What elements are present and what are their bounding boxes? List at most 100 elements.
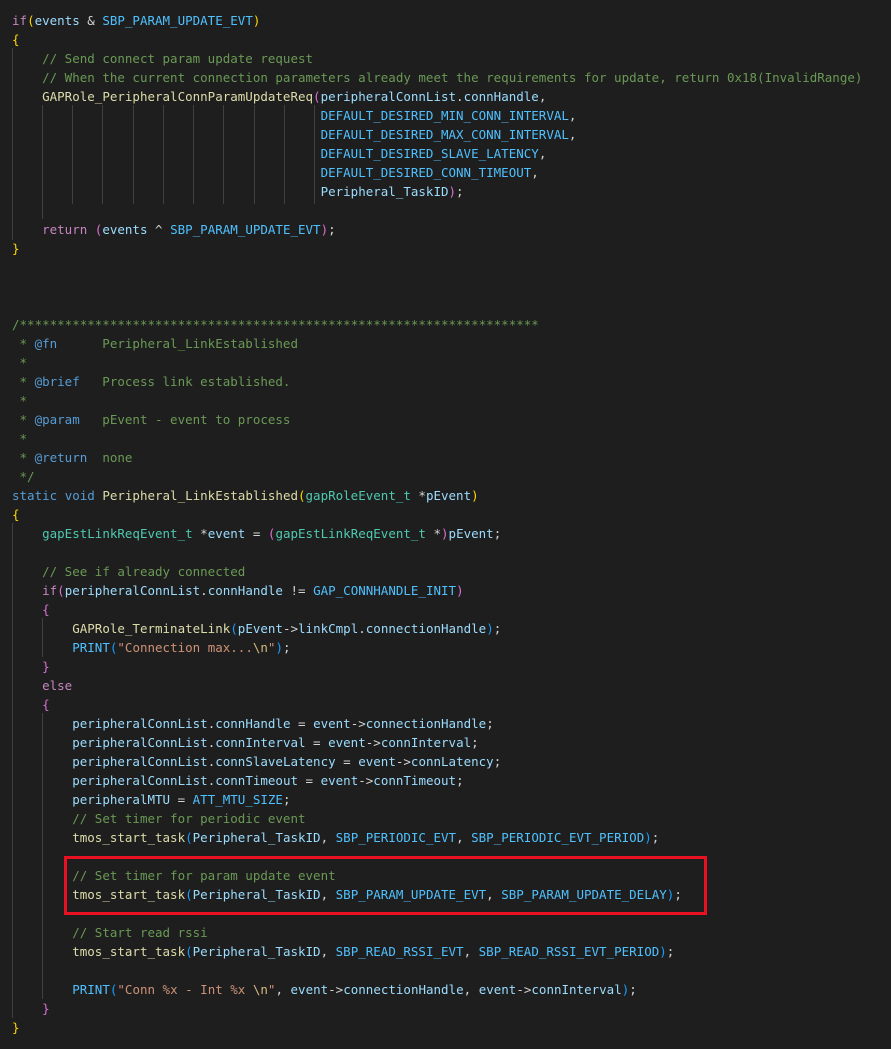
code-line[interactable]: } — [12, 1018, 20, 1037]
code-line[interactable]: // Send connect param update request — [12, 49, 313, 68]
code-token: , — [538, 89, 547, 104]
code-token: ; — [282, 640, 291, 655]
code-token: & — [79, 13, 103, 28]
code-token: ) — [441, 526, 449, 541]
code-line[interactable]: { — [12, 695, 50, 714]
code-line[interactable]: * @fn Peripheral_LinkEstablished — [12, 334, 298, 353]
code-token: . — [456, 89, 464, 104]
code-token: ) — [486, 621, 494, 636]
code-line[interactable]: { — [12, 30, 20, 49]
code-line[interactable]: { — [12, 505, 20, 524]
code-token: PRINT — [72, 640, 110, 655]
code-line[interactable]: } — [12, 999, 50, 1018]
code-line[interactable]: // When the current connection parameter… — [12, 68, 862, 87]
code-token: ^ — [147, 222, 171, 237]
code-token: ( — [230, 621, 238, 636]
code-token: event — [207, 526, 246, 541]
code-token: if — [42, 583, 58, 598]
code-token: peripheralConnList — [64, 583, 201, 598]
code-token: } — [42, 659, 50, 674]
code-token: = — [290, 716, 314, 731]
code-line[interactable]: // See if already connected — [12, 562, 245, 581]
code-line[interactable]: /***************************************… — [12, 315, 539, 334]
code-token: = — [170, 792, 193, 807]
code-token: if — [12, 13, 28, 28]
code-line[interactable]: * — [12, 391, 28, 410]
code-line[interactable]: gapEstLinkReqEvent_t *event = (gapEstLin… — [12, 524, 501, 543]
code-line[interactable]: // Start read rssi — [12, 923, 208, 942]
code-token: pEvent - event to process — [79, 412, 291, 427]
code-line[interactable]: * — [12, 429, 28, 448]
code-line[interactable]: Peripheral_TaskID); — [12, 182, 464, 201]
code-token: ( — [57, 583, 65, 598]
code-token: ; — [493, 754, 502, 769]
code-line[interactable]: static void Peripheral_LinkEstablished(g… — [12, 486, 479, 505]
code-token: ) — [456, 583, 464, 598]
code-line[interactable]: tmos_start_task(Peripheral_TaskID, SBP_R… — [12, 942, 674, 961]
code-token: * — [425, 526, 442, 541]
code-line[interactable]: * @brief Process link established. — [12, 372, 291, 391]
code-token: event — [320, 773, 359, 788]
code-line[interactable]: peripheralConnList.connSlaveLatency = ev… — [12, 752, 501, 771]
code-token: GAPRole_PeripheralConnParamUpdateReq — [42, 89, 314, 104]
code-line[interactable]: { — [12, 600, 50, 619]
code-line[interactable]: DEFAULT_DESIRED_SLAVE_LATENCY, — [12, 144, 547, 163]
code-token: peripheralMTU — [72, 792, 171, 807]
code-token: SBP_PARAM_UPDATE_EVT — [170, 222, 321, 237]
code-line[interactable]: GAPRole_PeripheralConnParamUpdateReq(per… — [12, 87, 546, 106]
code-token: connectionHandle — [365, 716, 487, 731]
code-line[interactable]: PRINT("Connection max...\n"); — [12, 638, 291, 657]
code-token: peripheralConnList — [72, 773, 208, 788]
code-token: PRINT — [72, 982, 110, 997]
code-line[interactable]: DEFAULT_DESIRED_MAX_CONN_INTERVAL, — [12, 125, 577, 144]
code-token: \n — [252, 982, 268, 997]
code-token: ( — [185, 944, 193, 959]
code-token: Process link established. — [79, 374, 291, 389]
code-line[interactable]: tmos_start_task(Peripheral_TaskID, SBP_P… — [12, 828, 659, 847]
code-line[interactable]: */ — [12, 467, 35, 486]
code-line[interactable]: return (events ^ SBP_PARAM_UPDATE_EVT); — [12, 220, 336, 239]
code-line[interactable]: if(events & SBP_PARAM_UPDATE_EVT) — [12, 11, 260, 30]
code-token: * — [12, 431, 28, 446]
code-line[interactable]: } — [12, 657, 50, 676]
code-token: // See if already connected — [42, 564, 246, 579]
code-line[interactable]: peripheralConnList.connInterval = event-… — [12, 733, 478, 752]
code-line[interactable]: else — [12, 676, 72, 695]
code-token: SBP_PERIODIC_EVT_PERIOD — [471, 830, 645, 845]
code-line[interactable]: peripheralMTU = ATT_MTU_SIZE; — [12, 790, 290, 809]
code-token: -> — [395, 754, 411, 769]
code-token: Peripheral_TaskID — [320, 184, 449, 199]
code-line[interactable]: } — [12, 239, 20, 258]
code-token: tmos_start_task — [72, 830, 186, 845]
code-token: { — [42, 697, 50, 712]
code-token: /***************************************… — [12, 317, 539, 332]
code-line[interactable]: PRINT("Conn %x - Int %x \n", event->conn… — [12, 980, 637, 999]
code-token: ; — [666, 944, 675, 959]
code-token: = — [305, 735, 329, 750]
code-line[interactable]: DEFAULT_DESIRED_MIN_CONN_INTERVAL, — [12, 106, 577, 125]
code-line[interactable]: GAPRole_TerminateLink(pEvent->linkCmpl.c… — [12, 619, 501, 638]
code-token: ( — [298, 488, 306, 503]
code-line[interactable]: if(peripheralConnList.connHandle != GAP_… — [12, 581, 464, 600]
code-line[interactable]: peripheralConnList.connHandle = event->c… — [12, 714, 494, 733]
code-token: // Start read rssi — [72, 925, 208, 940]
code-line[interactable]: DEFAULT_DESIRED_CONN_TIMEOUT, — [12, 163, 539, 182]
code-token: -> — [282, 621, 299, 636]
code-token: SBP_PARAM_UPDATE_EVT — [102, 13, 253, 28]
code-token: = — [298, 773, 321, 788]
code-token: static — [12, 488, 58, 503]
code-line[interactable]: * @return none — [12, 448, 133, 467]
code-token: events — [34, 13, 80, 28]
code-token: ; — [456, 184, 464, 199]
code-line[interactable]: * @param pEvent - event to process — [12, 410, 291, 429]
code-line[interactable]: // Set timer for periodic event — [12, 809, 305, 828]
code-token: pEvent — [448, 526, 494, 541]
code-line[interactable]: peripheralConnList.connTimeout = event->… — [12, 771, 463, 790]
code-editor[interactable]: if(events & SBP_PARAM_UPDATE_EVT){ // Se… — [0, 0, 891, 1049]
code-token: @fn — [34, 336, 58, 351]
code-line[interactable]: * — [12, 353, 28, 372]
